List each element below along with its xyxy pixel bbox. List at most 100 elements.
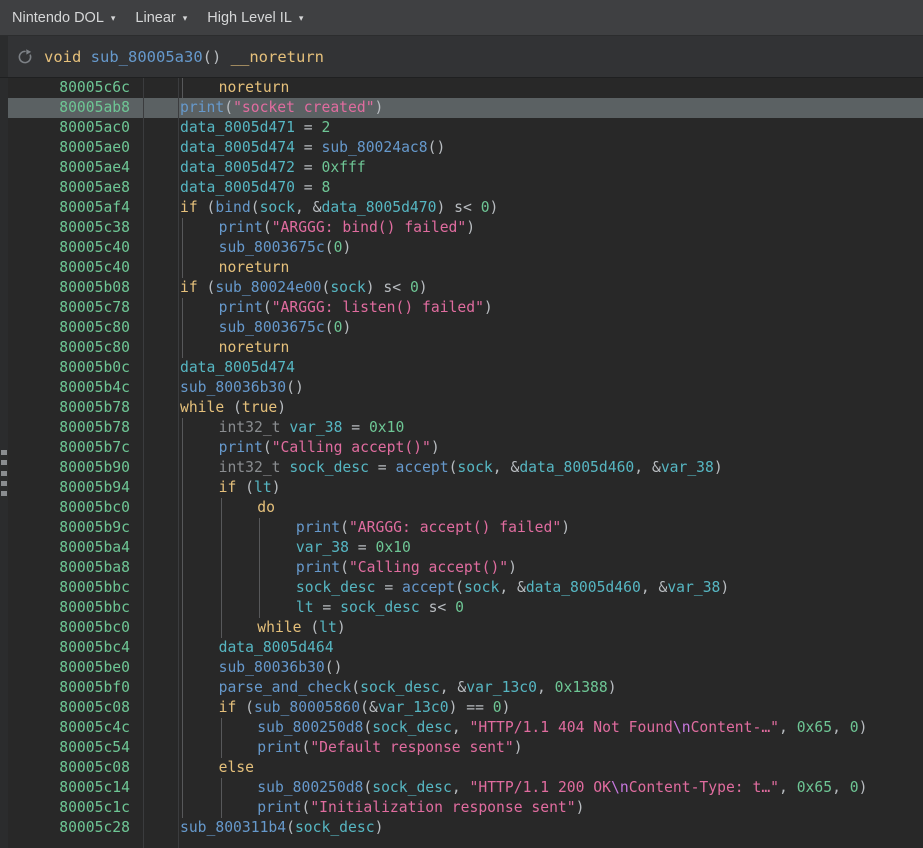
code-line[interactable]: 80005c6c noreturn [0, 78, 923, 98]
code-line[interactable]: 80005ac0 data_8005d471 = 2 [0, 118, 923, 138]
code-token: (& [360, 699, 378, 716]
function-name[interactable]: sub_80005a30 [91, 48, 203, 66]
line-code: print("Default response sent") [257, 738, 522, 758]
code-token: ) [501, 699, 511, 716]
code-token: ) [466, 219, 476, 236]
code-line[interactable]: 80005ba4 var_38 = 0x10 [0, 538, 923, 558]
code-line[interactable]: 80005b4c sub_80036b30() [0, 378, 923, 398]
code-token: do [257, 499, 275, 516]
line-address: 80005b7c [59, 439, 130, 456]
code-token: ( [262, 299, 272, 316]
line-code: print("Calling accept()") [219, 438, 440, 458]
code-line[interactable]: 80005bbc lt = sock_desc s< 0 [0, 598, 923, 618]
code-line[interactable]: 80005c40 noreturn [0, 258, 923, 278]
line-address: 80005c80 [59, 339, 130, 356]
line-code: if (bind(sock, &data_8005d470) s< 0) [180, 198, 498, 218]
code-token: data_8005d470 [180, 179, 295, 196]
function-return-type: void [44, 47, 82, 66]
code-line[interactable]: 80005c80 noreturn [0, 338, 923, 358]
code-token: ) [418, 279, 428, 296]
reload-icon[interactable] [16, 48, 34, 66]
code-line[interactable]: 80005bbc sock_desc = accept(sock, &data_8… [0, 578, 923, 598]
code-token: "socket created" [233, 99, 375, 116]
code-line[interactable]: 80005b0c data_8005d474 [0, 358, 923, 378]
code-line[interactable]: 80005c80 sub_8003675c(0) [0, 318, 923, 338]
code-line[interactable]: 80005b7c print("Calling accept()") [0, 438, 923, 458]
code-line[interactable]: 80005b08 if (sub_80024e00(sock) s< 0) [0, 278, 923, 298]
disassembly-code-view[interactable]: 80005c6c noreturn 80005ab8 print("socket cr… [0, 78, 923, 848]
dropdown-platform[interactable]: Nintendo DOL ▾ [12, 10, 115, 26]
code-token: else [218, 759, 254, 776]
code-token: = [294, 159, 322, 176]
code-line[interactable]: 80005b90 int32_t sock_desc = accept(sock,… [0, 458, 923, 478]
code-line[interactable]: 80005af4 if (bind(sock, &data_8005d470) s… [0, 198, 923, 218]
line-code: if (sub_80005860(&var_13c0) == 0) [219, 698, 511, 718]
code-line[interactable]: 80005b78 int32_t var_38 = 0x10 [0, 418, 923, 438]
code-line[interactable]: 80005ae4 data_8005d472 = 0xfff [0, 158, 923, 178]
code-token: = [375, 579, 403, 596]
code-line[interactable]: 80005b94 if (lt) [0, 478, 923, 498]
code-token: 0xfff [321, 159, 366, 176]
line-address: 80005ba8 [59, 559, 130, 576]
code-line[interactable]: 80005ba8 print("Calling accept()") [0, 558, 923, 578]
code-line[interactable]: 80005c38 print("ARGGG: bind() failed") [0, 218, 923, 238]
code-line[interactable]: 80005c1c print("Initialization response s… [0, 798, 923, 818]
code-token: noreturn [218, 259, 290, 276]
code-token: "ARGGG: accept() failed" [348, 519, 562, 536]
pane-splitter-handle[interactable] [1, 450, 7, 496]
code-token: sub_80036b30 [180, 379, 287, 396]
line-address: 80005c38 [59, 219, 130, 236]
code-line[interactable]: 80005ae0 data_8005d474 = sub_80024ac8() [0, 138, 923, 158]
line-address: 80005be0 [59, 659, 130, 676]
code-token: , [779, 719, 797, 736]
code-line[interactable]: 80005bc0 while (lt) [0, 618, 923, 638]
code-line[interactable]: 80005c78 print("ARGGG: listen() failed") [0, 298, 923, 318]
code-token: 0x1388 [554, 679, 608, 696]
code-line[interactable]: 80005bc0 do [0, 498, 923, 518]
code-line[interactable]: 80005ab8 print("socket created") [0, 98, 923, 118]
dropdown-view-mode[interactable]: Linear ▾ [135, 10, 187, 26]
code-token: 0x65 [796, 719, 833, 736]
dropdown-il-level[interactable]: High Level IL ▾ [207, 10, 303, 26]
code-token: = [348, 539, 376, 556]
code-token: sock [259, 199, 295, 216]
line-code: else [219, 758, 254, 778]
code-line[interactable]: 80005bc4 data_8005d464 [0, 638, 923, 658]
code-line[interactable]: 80005be0 sub_80036b30() [0, 658, 923, 678]
code-token: while [257, 619, 302, 636]
code-token: var_38 [660, 459, 714, 476]
code-line[interactable]: 80005c40 sub_8003675c(0) [0, 238, 923, 258]
code-token: () [427, 139, 446, 156]
code-token: , [832, 779, 850, 796]
code-line[interactable]: 80005b78 while (true) [0, 398, 923, 418]
line-code: parse_and_check(sock_desc, &var_13c0, 0x… [219, 678, 617, 698]
code-line[interactable]: 80005c14 sub_800250d8(sock_desc, "HTTP/1.… [0, 778, 923, 798]
code-token: if [180, 279, 198, 296]
code-line[interactable]: 80005c4c sub_800250d8(sock_desc, "HTTP/1.… [0, 718, 923, 738]
code-token: ( [340, 519, 349, 536]
code-token: ( [224, 99, 234, 116]
code-line[interactable]: 80005c08 if (sub_80005860(&var_13c0) == 0… [0, 698, 923, 718]
code-token: ( [301, 799, 311, 816]
code-line[interactable]: 80005c54 print("Default response sent") [0, 738, 923, 758]
code-token: 0 [849, 779, 859, 796]
code-token: 0 [492, 699, 502, 716]
code-token: data_8005d474 [180, 139, 295, 156]
code-token: accept [402, 579, 456, 596]
line-code: sub_8003675c(0) [219, 238, 352, 258]
code-token: data_8005d460 [519, 459, 635, 476]
code-token: ) [489, 199, 499, 216]
code-line[interactable]: 80005ae8 data_8005d470 = 8 [0, 178, 923, 198]
code-line[interactable]: 80005bf0 parse_and_check(sock_desc, &var_… [0, 678, 923, 698]
code-line-list: 80005c6c noreturn 80005ab8 print("socket cr… [0, 78, 923, 838]
code-token: ( [197, 199, 216, 216]
dropdown-platform-label: Nintendo DOL [12, 9, 104, 26]
line-address: 80005b0c [59, 359, 130, 376]
code-line[interactable]: 80005c28 sub_800311b4(sock_desc) [0, 818, 923, 838]
code-line[interactable]: 80005c08 else [0, 758, 923, 778]
code-line[interactable]: 80005b9c print("ARGGG: accept() failed") [0, 518, 923, 538]
line-address: 80005c40 [59, 239, 130, 256]
